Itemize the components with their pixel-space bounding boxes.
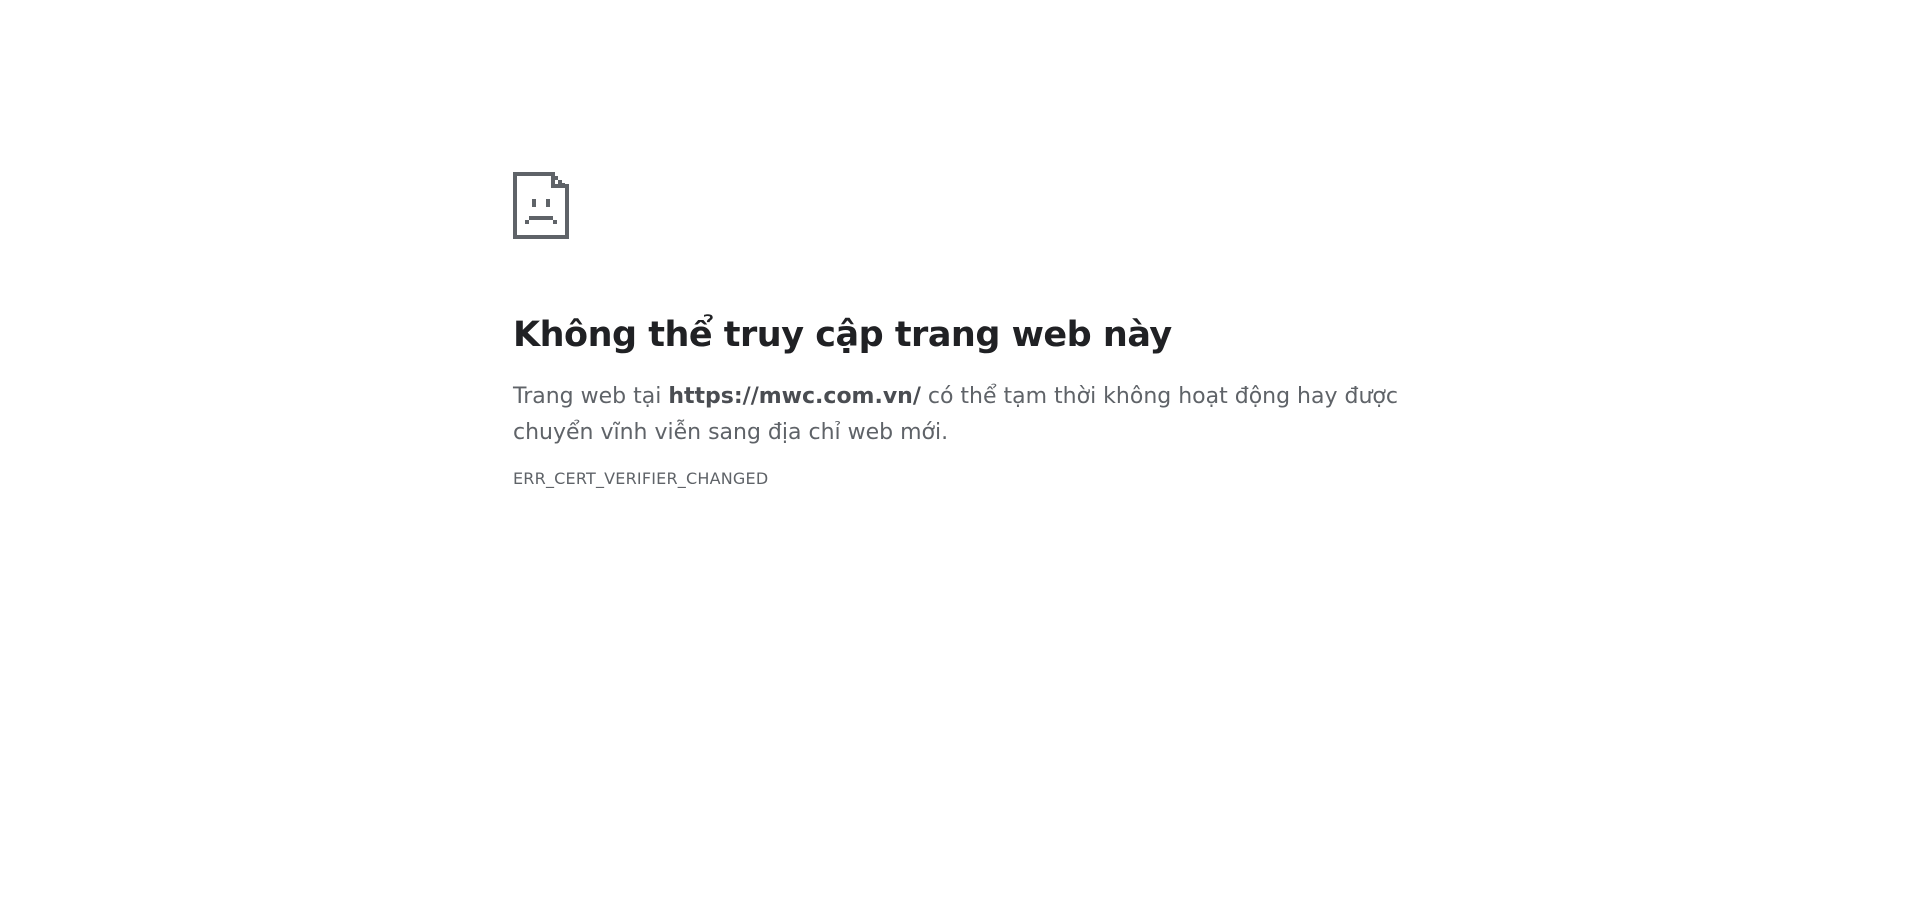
error-content: Không thể truy cập trang web này Trang w… [513,172,1413,491]
sad-document-icon [513,172,569,239]
error-code: ERR_CERT_VERIFIER_CHANGED [513,469,769,488]
error-page: Không thể truy cập trang web này Trang w… [0,0,1920,920]
error-url: https://mwc.com.vn/ [668,384,921,409]
error-description: Trang web tại https://mwc.com.vn/ có thể… [513,379,1403,451]
error-title: Không thể truy cập trang web này [513,315,1172,355]
error-description-prefix: Trang web tại [513,384,669,409]
